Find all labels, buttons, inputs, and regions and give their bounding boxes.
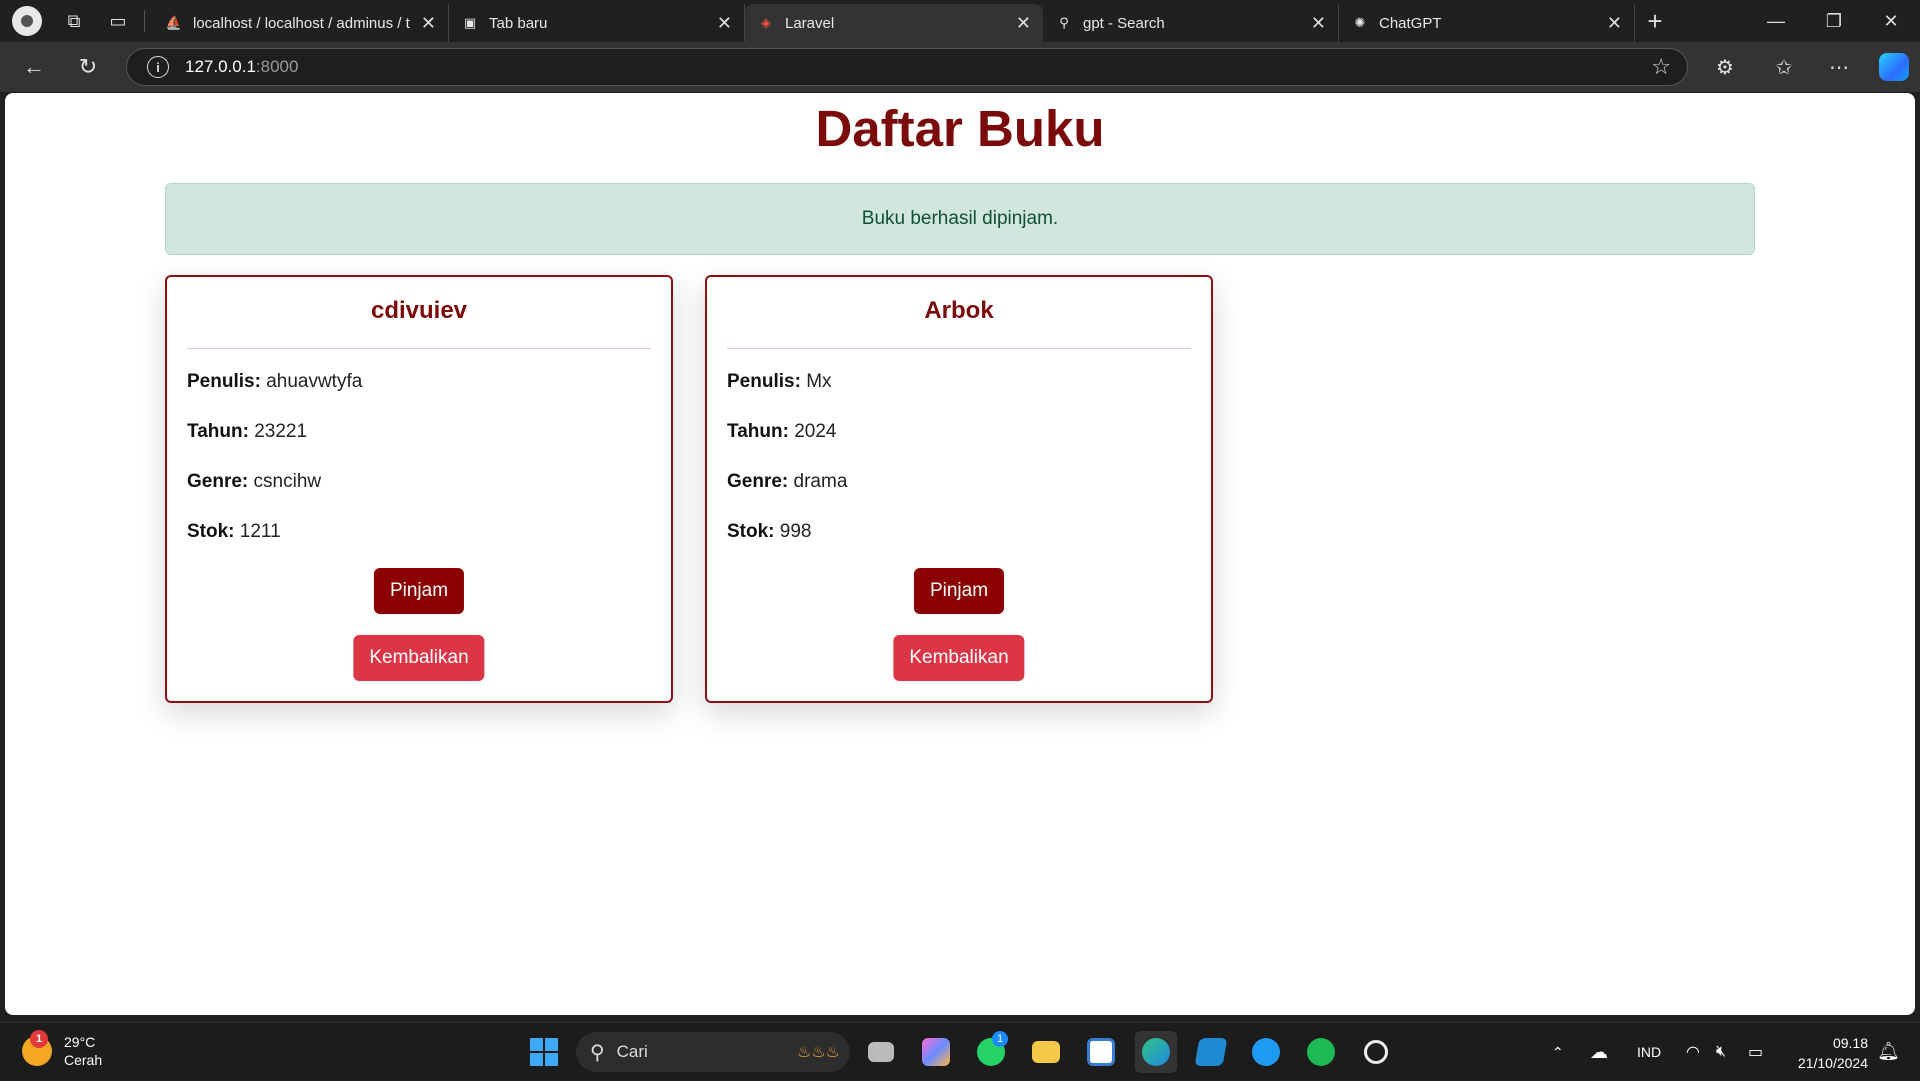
borrow-button[interactable]: Pinjam (373, 568, 465, 614)
search-label: Cari (616, 1042, 648, 1061)
address-bar[interactable]: i 127.0.0.1:8000 ☆ (126, 48, 1688, 86)
address-bar-row: ← ↻ i 127.0.0.1:8000 ☆ (0, 42, 1920, 92)
tab-new[interactable]: ▣ Tab baru ✕ (449, 4, 745, 42)
edge-browser-icon[interactable] (1135, 1031, 1177, 1073)
tab-title: gpt - Search (1083, 14, 1165, 32)
return-button[interactable]: Kembalikan (353, 635, 485, 681)
reload-button[interactable]: ↻ (66, 47, 110, 87)
page-viewport: Daftar Buku Buku berhasil dipinjam. cdiv… (5, 93, 1915, 1015)
book-stock: Stok: 998 (727, 521, 812, 542)
taskbar: 1 29°C Cerah ⚲ Cari ♨♨♨ 1 ⌃ ☁ IND ◠ 🔇︎ ▭… (0, 1022, 1920, 1080)
tab-phpmyadmin[interactable]: ⛵ localhost / localhost / adminus / t ✕ (153, 4, 449, 42)
whatsapp-icon[interactable]: 1 (970, 1031, 1012, 1073)
close-tab-icon[interactable]: ✕ (1016, 13, 1031, 34)
favorites-icon[interactable]: ✩ (1762, 42, 1806, 92)
notification-bell-icon[interactable]: 🔔︎ (1877, 1041, 1900, 1062)
weather-sun-icon: 1 (22, 1030, 52, 1066)
tab-title: localhost / localhost / adminus / t (193, 14, 410, 32)
return-button[interactable]: Kembalikan (893, 635, 1025, 681)
book-genre: Genre: drama (727, 471, 848, 492)
more-menu-icon[interactable]: ⋯ (1817, 42, 1861, 92)
show-hidden-icons[interactable]: ⌃ (1552, 1023, 1564, 1081)
site-info-icon[interactable]: i (147, 56, 169, 78)
book-author: Penulis: Mx (727, 371, 832, 392)
phpmyadmin-icon: ⛵ (165, 15, 183, 30)
copilot-icon[interactable] (1872, 42, 1916, 92)
close-tab-icon[interactable]: ✕ (1607, 13, 1622, 34)
book-title: Arbok (924, 297, 994, 324)
volume-muted-icon[interactable]: 🔇︎ (1716, 1023, 1726, 1081)
restore-icon[interactable]: ❐ (1805, 0, 1863, 42)
book-card: Arbok Penulis: Mx Tahun: 2024 Genre: dra… (705, 275, 1213, 703)
extensions-icon[interactable]: ⚙ (1703, 42, 1747, 92)
weather-widget[interactable]: 1 29°C Cerah (22, 1030, 103, 1069)
tab-title: Laravel (785, 14, 835, 32)
close-tab-icon[interactable]: ✕ (421, 13, 436, 34)
clock-date: 21/10/2024 (1797, 1055, 1868, 1071)
book-title: cdivuiev (370, 297, 468, 324)
book-author: Penulis: ahuavwtyfa (187, 371, 363, 392)
obs-icon[interactable] (1355, 1031, 1397, 1073)
favorite-star-icon[interactable]: ☆ (1651, 54, 1671, 80)
copilot-app-icon[interactable] (915, 1031, 957, 1073)
file-explorer-icon[interactable] (1025, 1031, 1067, 1073)
whatsapp-badge: 1 (992, 1031, 1008, 1047)
app-icon[interactable] (1245, 1031, 1287, 1073)
close-tab-icon[interactable]: ✕ (1311, 13, 1326, 34)
wifi-icon[interactable]: ◠ (1686, 1023, 1700, 1081)
tab-title: ChatGPT (1379, 14, 1442, 32)
book-year: Tahun: 23221 (187, 421, 308, 442)
back-button[interactable]: ← (12, 47, 56, 87)
chatgpt-icon: ✺ (1354, 15, 1366, 30)
clock-time: 09.18 (1832, 1035, 1868, 1051)
weather-desc: Cerah (64, 1052, 103, 1068)
new-tab-button[interactable]: + (1635, 3, 1675, 39)
profile-avatar[interactable] (12, 6, 42, 36)
book-card: cdivuiev Penulis: ahuavwtyfa Tahun: 2322… (165, 275, 673, 703)
taskbar-search[interactable]: ⚲ Cari ♨♨♨ (576, 1032, 850, 1072)
language-indicator[interactable]: IND (1637, 1023, 1661, 1081)
url-text[interactable]: 127.0.0.1:8000 (185, 57, 298, 77)
divider (727, 348, 1191, 349)
minimize-icon[interactable]: — (1747, 0, 1805, 42)
tab-chatgpt[interactable]: ✺ ChatGPT ✕ (1339, 4, 1635, 42)
battery-icon[interactable]: ▭ (1748, 1023, 1763, 1081)
windows-start-icon[interactable] (523, 1031, 565, 1073)
tab-bar: ⧉ ▭ ⛵ localhost / localhost / adminus / … (0, 0, 1920, 42)
tab-title: Tab baru (489, 14, 548, 32)
close-window-icon[interactable]: ✕ (1862, 0, 1920, 42)
vscode-icon[interactable] (1190, 1031, 1232, 1073)
search-icon: ⚲ (590, 1041, 605, 1064)
weather-temp: 29°C (64, 1034, 96, 1050)
borrow-button[interactable]: Pinjam (913, 568, 1005, 614)
divider (144, 10, 145, 32)
book-year: Tahun: 2024 (727, 421, 837, 442)
search-highlight-icon: ♨♨♨ (796, 1044, 840, 1061)
success-alert: Buku berhasil dipinjam. (165, 183, 1755, 255)
tab-laravel[interactable]: ◈ Laravel ✕ (745, 4, 1043, 42)
workspaces-icon[interactable]: ⧉ (56, 3, 92, 39)
spotify-icon[interactable] (1300, 1031, 1342, 1073)
book-stock: Stok: 1211 (187, 521, 281, 542)
page-title: Daftar Buku (815, 100, 1105, 157)
laravel-icon: ◈ (761, 15, 771, 30)
divider (187, 348, 651, 349)
tab-search[interactable]: ⚲ gpt - Search ✕ (1043, 4, 1339, 42)
close-tab-icon[interactable]: ✕ (717, 13, 732, 34)
microsoft-store-icon[interactable] (1080, 1031, 1122, 1073)
vertical-tabs-icon[interactable]: ▭ (100, 3, 136, 39)
book-genre: Genre: csncihw (187, 471, 322, 492)
clock[interactable]: 09.18 21/10/2024 (1798, 1033, 1868, 1073)
task-view-icon[interactable] (860, 1031, 902, 1073)
new-tab-icon: ▣ (463, 15, 477, 30)
search-icon: ⚲ (1059, 15, 1069, 30)
onedrive-icon[interactable]: ☁ (1590, 1023, 1608, 1081)
